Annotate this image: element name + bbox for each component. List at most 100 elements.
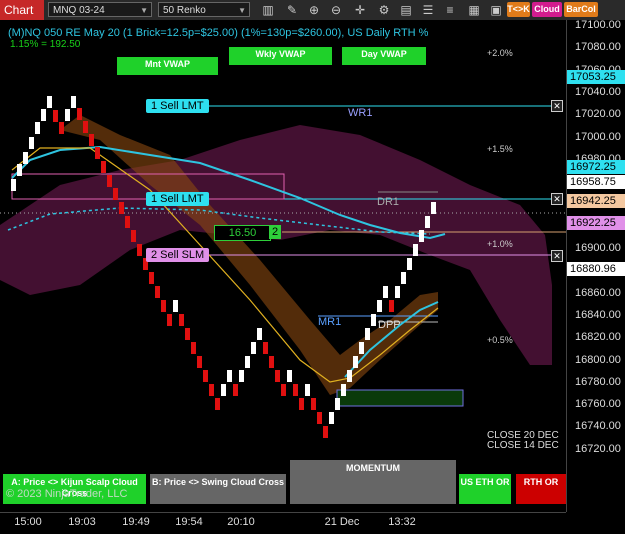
renko-brick (161, 300, 166, 312)
renko-brick (173, 300, 178, 312)
data-box-icon[interactable]: ▤ (398, 2, 414, 18)
renko-brick (53, 110, 58, 122)
time-tick: 15:00 (14, 516, 42, 528)
renko-brick (383, 286, 388, 298)
renko-brick (329, 412, 334, 424)
renko-brick (317, 412, 322, 424)
renko-brick (203, 370, 208, 382)
renko-brick (281, 384, 286, 396)
sell-limit-order-2[interactable]: 1 Sell LMT (146, 192, 209, 206)
bar-type-value: 50 Renko (163, 5, 206, 16)
renko-brick (347, 370, 352, 382)
pct-label-2: +2.0% (487, 48, 513, 58)
renko-brick (185, 328, 190, 340)
renko-brick (29, 137, 34, 149)
bar-type-selector[interactable]: 50 Renko ▼ (158, 2, 250, 17)
renko-brick (239, 370, 244, 382)
renko-brick (395, 286, 400, 298)
bar-settings-icon[interactable]: ▥ (260, 2, 276, 18)
chart-title-tab: Chart (0, 0, 44, 20)
indicators-icon[interactable]: ⚙ (376, 2, 392, 18)
draw-tool-icon[interactable]: ✎ (284, 2, 300, 18)
renko-brick (149, 272, 154, 284)
renko-brick (155, 286, 160, 298)
renko-brick (137, 244, 142, 256)
renko-brick (77, 108, 82, 120)
cancel-order-3-icon[interactable]: ✕ (551, 250, 563, 262)
price-tick: 16740.00 (575, 420, 621, 433)
renko-brick (71, 96, 76, 108)
sell-stop-order-3[interactable]: 2 Sell SLM (146, 248, 210, 262)
close-14-dec-label: CLOSE 14 DEC (487, 440, 559, 451)
price-tick: 16820.00 (575, 331, 621, 344)
renko-brick (425, 216, 430, 228)
price-tick: 16780.00 (575, 375, 621, 388)
strategy-icon[interactable]: ≡ (442, 2, 458, 18)
renko-brick (221, 384, 226, 396)
chevron-down-icon: ▼ (238, 6, 246, 15)
instrument-selector[interactable]: MNQ 03-24 ▼ (48, 2, 152, 17)
rth-or-button[interactable]: RTH OR (516, 474, 566, 504)
price-chart-panel[interactable]: (M)NQ 050 RE May 20 (1 Brick=12.5p=$25.0… (0, 20, 566, 512)
mr1-label: MR1 (318, 316, 342, 328)
zoom-out-icon[interactable]: ⊖ (328, 2, 344, 18)
price-tick: 16760.00 (575, 398, 621, 411)
renko-brick (35, 122, 40, 134)
renko-brick (245, 356, 250, 368)
or-box (336, 389, 464, 407)
renko-brick (131, 230, 136, 242)
renko-brick (233, 384, 238, 396)
chevron-down-icon: ▼ (140, 6, 148, 15)
daily-vwap-label: Day VWAP (342, 47, 426, 65)
cancel-order-1-icon[interactable]: ✕ (551, 100, 563, 112)
renko-brick (389, 300, 394, 312)
time-tick: 21 Dec (324, 516, 360, 528)
renko-brick (17, 164, 22, 176)
renko-brick (167, 314, 172, 326)
renko-brick (305, 384, 310, 396)
crosshair-icon[interactable]: ✛ (352, 2, 368, 18)
properties-icon[interactable]: ☰ (420, 2, 436, 18)
renko-brick (197, 356, 202, 368)
pct-label-1: +1.0% (487, 239, 513, 249)
price-tick: 17040.00 (575, 85, 621, 98)
chart-trader-icon[interactable]: ▣ (488, 2, 504, 18)
renko-brick (47, 96, 52, 108)
renko-brick (335, 398, 340, 410)
renko-brick (269, 356, 274, 368)
swing-cloud-cross-button[interactable]: B: Price <> Swing Cloud Cross (150, 474, 286, 504)
renko-brick (365, 328, 370, 340)
price-marker-dpp: 16880.96 (567, 262, 625, 277)
renko-brick (125, 216, 130, 228)
templates-icon[interactable]: ▦ (466, 2, 482, 18)
barcol-toggle-button[interactable]: BarCol (564, 2, 598, 17)
ichimoku-cloud (0, 125, 552, 365)
time-axis[interactable]: 15:00 19:03 19:49 19:54 20:10 21 Dec 13:32 (0, 512, 566, 534)
chart-toolbar: Chart MNQ 03-24 ▼ 50 Renko ▼ ▥ ✎ ⊕ ⊖ ✛ ⚙… (0, 0, 625, 21)
renko-brick (101, 161, 106, 173)
renko-brick (353, 356, 358, 368)
monthly-vwap-label: Mnt VWAP (117, 57, 218, 75)
renko-brick (191, 342, 196, 354)
renko-brick (113, 188, 118, 200)
cloud-toggle-button[interactable]: Cloud (532, 2, 562, 17)
renko-brick (227, 370, 232, 382)
time-tick: 20:10 (227, 516, 255, 528)
renko-brick (287, 370, 292, 382)
tk-toggle-button[interactable]: T<>K (507, 2, 530, 17)
momentum-button[interactable]: MOMENTUM (290, 460, 456, 504)
cancel-order-2-icon[interactable]: ✕ (551, 193, 563, 205)
sell-limit-order-1[interactable]: 1 Sell LMT (146, 99, 209, 113)
renko-brick (107, 175, 112, 187)
price-marker-sell3: 16922.25 (567, 216, 625, 231)
order-quantity-box[interactable]: 16.50 (214, 225, 271, 241)
renko-brick (215, 398, 220, 410)
zoom-in-icon[interactable]: ⊕ (306, 2, 322, 18)
us-eth-or-button[interactable]: US ETH OR (459, 474, 511, 504)
renko-brick (59, 122, 64, 134)
renko-brick (407, 258, 412, 270)
price-tick: 16800.00 (575, 353, 621, 366)
order-count-badge[interactable]: 2 (269, 225, 281, 239)
time-tick: 19:03 (68, 516, 96, 528)
price-axis[interactable]: 17100.0017080.0017060.0017040.0017020.00… (566, 19, 625, 512)
